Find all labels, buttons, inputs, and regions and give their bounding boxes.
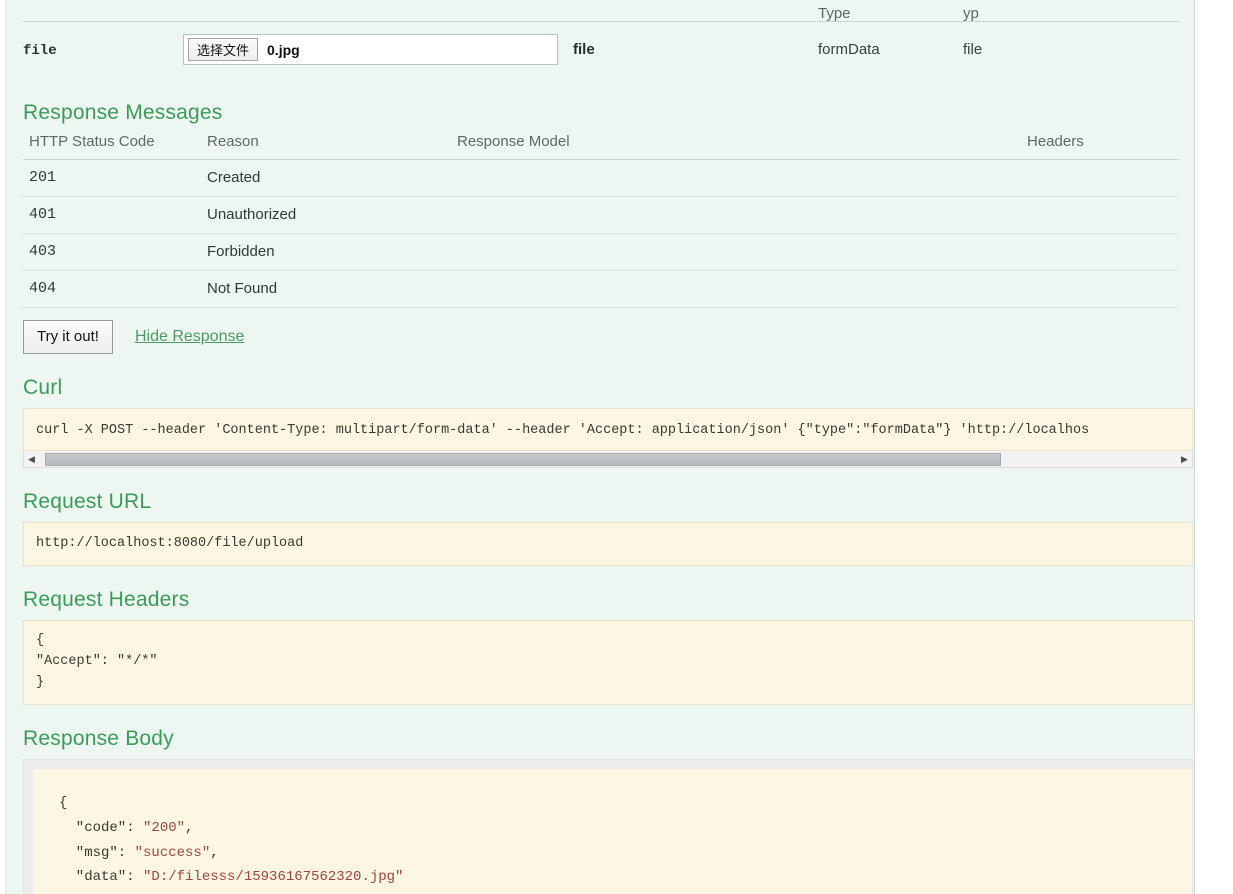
submit-row: Try it out! Hide Response: [23, 320, 1177, 354]
try-it-out-button[interactable]: Try it out!: [23, 320, 113, 354]
parameters-table: Type yp file 选择文件 0.jpg file formData fi…: [23, 0, 1179, 79]
content-panel: Type yp file 选择文件 0.jpg file formData fi…: [5, 0, 1195, 894]
status-model: [451, 196, 1021, 234]
response-code-comma: ,: [185, 819, 194, 836]
parameter-datatype-cell: file: [963, 22, 1179, 79]
parameter-value-cell: 选择文件 0.jpg: [183, 22, 573, 79]
parameter-datatype: file: [963, 41, 983, 58]
status-headers: [1021, 196, 1179, 234]
status-headers: [1021, 270, 1179, 308]
status-reason: Unauthorized: [201, 196, 451, 234]
response-messages-title: Response Messages: [23, 101, 223, 124]
request-headers-open-brace: {: [36, 633, 45, 648]
response-data-key: "data":: [59, 869, 144, 886]
request-headers-block: { "Accept": "*/*" }: [23, 620, 1193, 705]
parameter-name-cell: file: [23, 22, 183, 79]
col-data-type: yp: [963, 5, 979, 22]
col-response-model: Response Model: [451, 133, 1021, 160]
file-input[interactable]: 选择文件 0.jpg: [183, 34, 558, 65]
col-parameter: [23, 0, 183, 22]
scrollbar-rail[interactable]: [39, 452, 1177, 467]
col-description: [573, 0, 818, 22]
response-body-wrapper: { "code": "200", "msg": "success", "data…: [23, 758, 1193, 894]
parameter-description-cell: file: [573, 22, 818, 79]
col-value: [183, 0, 573, 22]
parameter-name: file: [23, 42, 57, 59]
table-row: 401 Unauthorized: [23, 196, 1179, 234]
status-reason: Forbidden: [201, 233, 451, 271]
status-reason: Created: [201, 159, 451, 197]
parameter-row-file: file 选择文件 0.jpg file formData file: [23, 22, 1179, 79]
response-body-block: { "code": "200", "msg": "success", "data…: [33, 768, 1192, 894]
curl-command-block: curl -X POST --header 'Content-Type: mul…: [23, 408, 1193, 451]
status-model: [451, 159, 1021, 197]
request-url-title: Request URL: [23, 490, 152, 513]
hide-response-link[interactable]: Hide Response: [135, 328, 244, 346]
response-messages-table: HTTP Status Code Reason Response Model H…: [23, 133, 1179, 308]
status-code: 401: [23, 196, 201, 234]
col-reason: Reason: [201, 133, 451, 160]
swagger-ui-page: Type yp file 选择文件 0.jpg file formData fi…: [0, 0, 1233, 894]
table-row: 201 Created: [23, 159, 1179, 197]
status-headers: [1021, 159, 1179, 197]
table-row: 403 Forbidden: [23, 233, 1179, 271]
scroll-left-arrow-icon[interactable]: ◀: [24, 452, 39, 467]
status-code: 403: [23, 233, 201, 271]
status-reason: Not Found: [201, 270, 451, 308]
status-model: [451, 270, 1021, 308]
response-msg-comma: ,: [210, 844, 219, 861]
choose-file-button[interactable]: 选择文件: [188, 38, 259, 61]
col-parameter-type: Type: [818, 5, 851, 22]
parameter-description: file: [573, 41, 595, 58]
curl-title: Curl: [23, 376, 63, 399]
response-msg-value: "success": [134, 844, 211, 861]
response-open-brace: {: [59, 794, 68, 811]
status-model: [451, 233, 1021, 271]
parameter-type: formData: [818, 41, 880, 58]
col-http-status-code: HTTP Status Code: [23, 133, 201, 160]
response-code-key: "code":: [59, 819, 144, 836]
parameter-type-cell: formData: [818, 22, 963, 79]
selected-file-name: 0.jpg: [267, 41, 300, 58]
response-msg-key: "msg":: [59, 844, 135, 861]
request-headers-title: Request Headers: [23, 588, 190, 611]
scroll-right-arrow-icon[interactable]: ▶: [1177, 452, 1192, 467]
parameters-header-row: Type yp: [23, 0, 1179, 22]
response-messages-body: 201 Created 401 Unauthorized 403 Forbidd…: [23, 159, 1179, 308]
curl-horizontal-scrollbar[interactable]: ◀ ▶: [23, 451, 1193, 468]
response-data-value: "D:/filesss/15936167562320.jpg": [143, 869, 404, 886]
request-url-block: http://localhost:8080/file/upload: [23, 522, 1193, 566]
status-code: 404: [23, 270, 201, 308]
status-headers: [1021, 233, 1179, 271]
col-headers: Headers: [1021, 133, 1179, 160]
request-headers-close-brace: }: [36, 674, 45, 690]
response-messages-header-row: HTTP Status Code Reason Response Model H…: [23, 133, 1179, 160]
response-body-title: Response Body: [23, 726, 174, 750]
request-headers-accept: "Accept": "*/*": [36, 653, 158, 669]
status-code: 201: [23, 159, 201, 197]
scrollbar-thumb[interactable]: [45, 452, 1001, 466]
table-row: 404 Not Found: [23, 270, 1179, 308]
response-code-value: "200": [143, 819, 186, 836]
